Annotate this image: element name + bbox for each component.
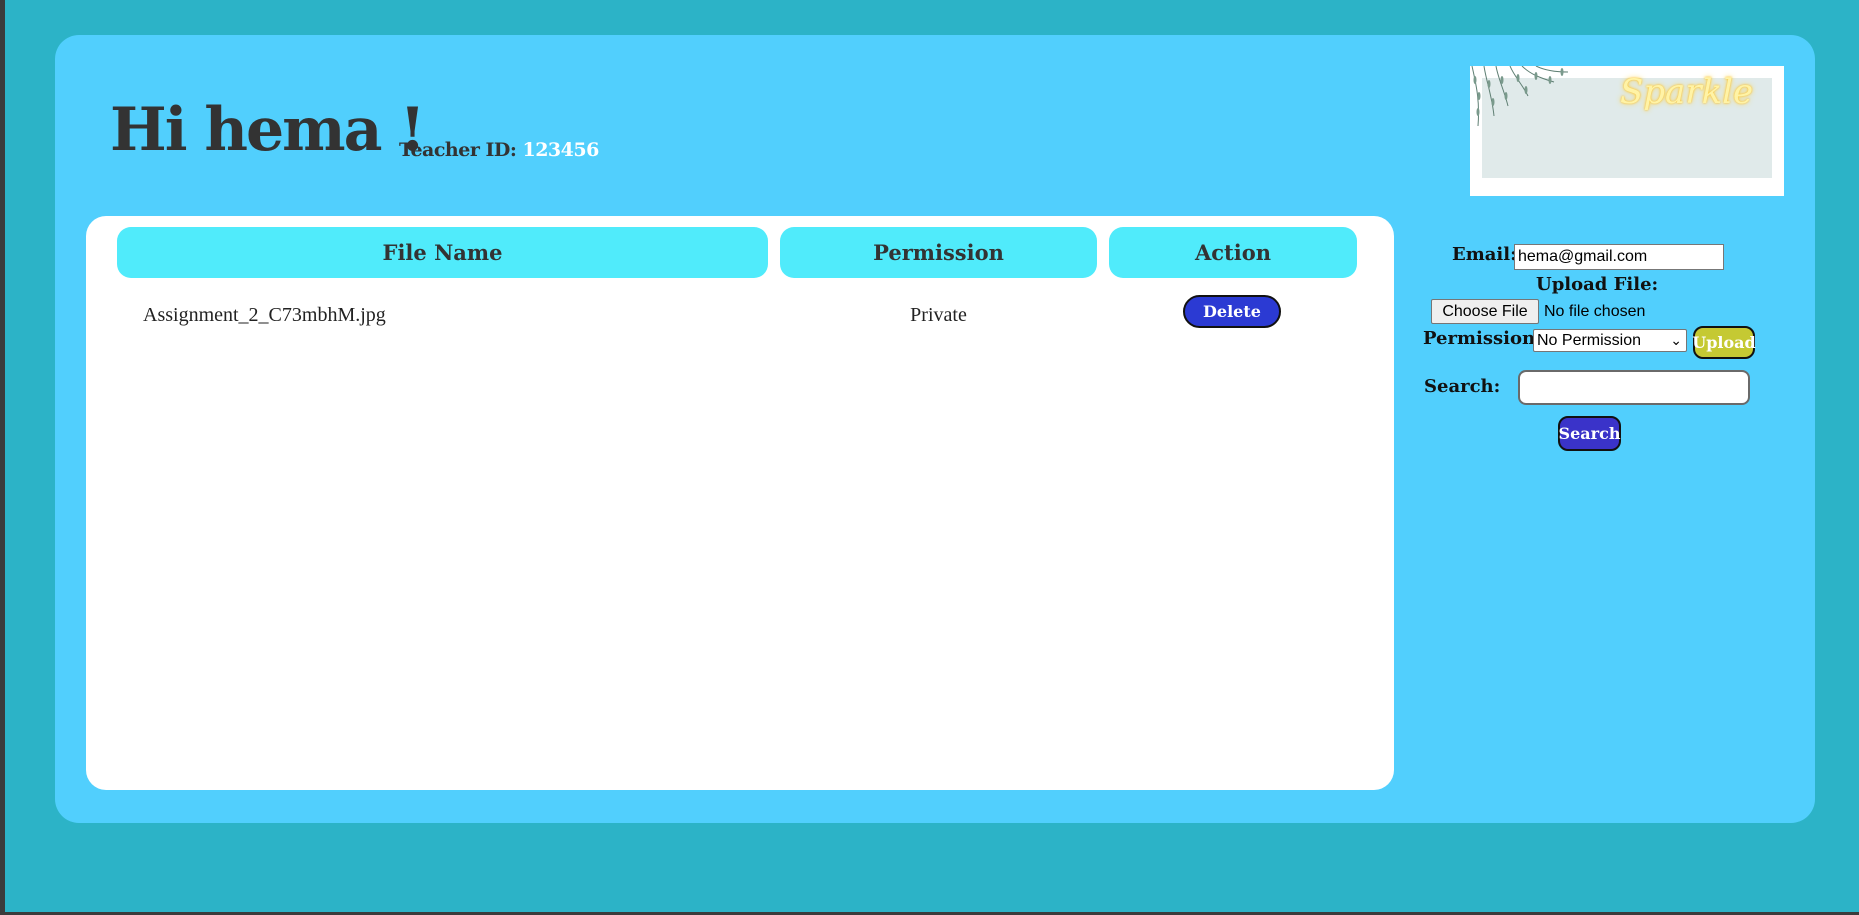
search-button[interactable]: Search [1558,416,1621,451]
teacher-id-label: Teacher ID: [399,139,517,161]
search-input[interactable] [1518,370,1750,405]
delete-button[interactable]: Delete [1183,295,1281,328]
chevron-down-icon: ⌄ [1670,332,1682,348]
email-field[interactable]: hema@gmail.com [1514,244,1724,270]
email-label: Email: [1452,244,1517,265]
search-label: Search: [1424,376,1501,397]
upload-file-label: Upload File: [1536,274,1659,295]
column-header-permission: Permission [780,227,1097,278]
main-card: Hi hema ! Teacher ID: 123456 Sparkle Fil… [55,35,1815,823]
window-left-border [0,0,5,915]
permission-select-value: No Permission [1537,331,1642,349]
permission-select[interactable]: No Permission ⌄ [1533,329,1687,352]
permission-cell: Private [910,303,967,326]
banner-image: Sparkle [1470,66,1784,196]
willow-branches-icon [1471,66,1569,127]
column-header-file-name: File Name [117,227,768,278]
column-header-action: Action [1109,227,1357,278]
file-name-cell: Assignment_2_C73mbhM.jpg [143,303,386,326]
choose-file-button[interactable]: Choose File [1431,299,1539,324]
upload-button[interactable]: Upload [1692,326,1756,359]
no-file-chosen-text: No file chosen [1544,302,1646,320]
greeting-title: Hi hema ! [110,95,426,165]
permission-label: Permission: [1423,328,1542,349]
teacher-id-value: 123456 [522,139,599,161]
banner-logo-text: Sparkle [1620,72,1754,112]
teacher-id: Teacher ID: 123456 [399,139,599,161]
files-table: File Name Permission Action Assignment_2… [86,216,1394,790]
